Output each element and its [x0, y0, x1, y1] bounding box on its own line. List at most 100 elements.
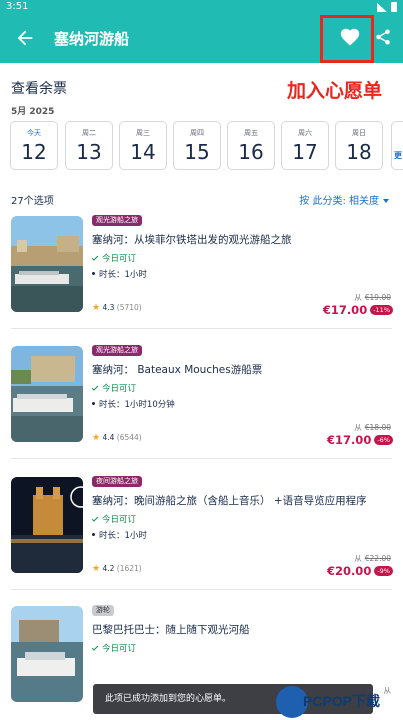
check-icon: [91, 384, 99, 391]
date-weekday: 周四: [190, 129, 204, 137]
divider: [11, 458, 392, 459]
check-icon: [91, 644, 99, 651]
date-day: 13: [76, 140, 102, 164]
duration: 时长：1小时10分钟: [92, 398, 175, 410]
share-icon[interactable]: [374, 28, 392, 46]
price-row: €17.00 -6%: [327, 433, 393, 447]
rating: ★ 4.2 (1621): [92, 564, 142, 574]
divider: [11, 589, 392, 590]
wishlist-annotation: 加入心愿单: [287, 80, 383, 102]
tour-name: 塞纳河：晚间游船之旅（含船上音乐） +语音导览应用程序: [92, 495, 367, 507]
watermark-text: PCPOP下载: [303, 693, 381, 709]
sort-label: 按 此分类: 相关度: [299, 196, 379, 207]
date-weekday: 周三: [136, 129, 150, 137]
back-arrow-icon[interactable]: [14, 27, 36, 49]
from-label: 从: [354, 293, 362, 302]
tour-name: 塞纳河： Bateaux Mouches游船票: [92, 364, 263, 376]
discount-badge: -11%: [370, 305, 393, 315]
price-row: €20.00 -9%: [327, 564, 393, 578]
rating: ★ 4.3 (5710): [92, 303, 142, 313]
watermark: PCPOP下载: [276, 686, 403, 720]
price-from: 从 €22.00: [354, 553, 391, 564]
tour-image: [11, 606, 83, 702]
more-dates-label: 更: [394, 151, 402, 160]
availability-text: 今日可订: [102, 254, 137, 264]
category-badge: 游轮: [92, 605, 114, 616]
old-price: €22.00: [364, 554, 391, 563]
category-badge: 观光游船之旅: [92, 215, 142, 226]
bullet-icon: [92, 533, 95, 536]
divider: [11, 328, 392, 329]
tour-name: 巴黎巴托巴士：随上随下观光河船: [92, 624, 250, 636]
date-card[interactable]: 周四 15: [173, 121, 221, 170]
tour-image: [11, 477, 83, 573]
tour-name: 塞纳河：从埃菲尔铁塔出发的观光游船之旅: [92, 234, 292, 246]
rating-value: 4.4: [102, 433, 115, 442]
availability-status: 今日可订: [91, 513, 137, 525]
rating-count: (5710): [116, 303, 142, 312]
date-weekday: 今天: [27, 129, 41, 137]
duration-text: 时长：1小时10分钟: [99, 400, 175, 410]
rating-count: (6544): [116, 433, 142, 442]
old-price: €19.00: [364, 293, 391, 302]
date-card[interactable]: 周五 16: [227, 121, 275, 170]
price: €17.00: [326, 433, 372, 447]
status-icons: [377, 2, 397, 12]
tour-card[interactable]: 观光游船之旅 塞纳河： Bateaux Mouches游船票 今日可订 时长：1…: [0, 345, 403, 476]
more-dates-button[interactable]: 更: [391, 121, 403, 170]
from-label: 从: [354, 554, 362, 563]
price-from: 从 €19.00: [354, 292, 391, 303]
check-icon: [91, 515, 99, 522]
date-day: 14: [130, 140, 156, 164]
category-badge: 夜间游船之旅: [92, 476, 142, 487]
discount-badge: -9%: [374, 566, 393, 576]
availability-status: 今日可订: [91, 642, 136, 654]
availability-status: 今日可订: [91, 252, 137, 264]
battery-icon: [391, 2, 397, 12]
date-card[interactable]: 周六 17: [281, 121, 329, 170]
star-icon: ★: [92, 303, 101, 313]
tour-image: [11, 216, 83, 312]
category-badge: 观光游船之旅: [92, 345, 142, 356]
date-picker: 今天 12 周二 13 周三 14 周四 15 周五 16 周六 17 周日 1…: [10, 121, 403, 171]
status-bar: 3:51: [0, 0, 403, 15]
price-row: €17.00 -11%: [323, 303, 393, 317]
date-day: 15: [184, 140, 210, 164]
availability-text: 今日可订: [102, 384, 137, 394]
tour-card[interactable]: 观光游船之旅 塞纳河：从埃菲尔铁塔出发的观光游船之旅 今日可订 时长：1小时 ★…: [0, 215, 403, 346]
date-card[interactable]: 周日 18: [335, 121, 383, 170]
sort-dropdown[interactable]: 按 此分类: 相关度: [299, 192, 389, 207]
check-icon: [91, 254, 99, 261]
date-card[interactable]: 周三 14: [119, 121, 167, 170]
star-icon: ★: [92, 433, 101, 443]
rating: ★ 4.4 (6544): [92, 433, 142, 443]
results-count: 27个选项: [11, 196, 54, 207]
price-from: 从 €18.00: [354, 422, 391, 433]
from-label: 从: [354, 423, 362, 432]
availability-status: 今日可订: [91, 382, 137, 394]
chevron-down-icon: [383, 199, 389, 203]
availability-title: 查看余票: [11, 81, 67, 97]
tour-image: [11, 346, 83, 442]
date-day: 16: [238, 140, 264, 164]
duration-text: 时长：1小时: [99, 531, 147, 541]
price: €17.00: [322, 303, 368, 317]
date-weekday: 周六: [298, 129, 312, 137]
bullet-icon: [92, 402, 95, 405]
tour-card[interactable]: 夜间游船之旅 塞纳河：晚间游船之旅（含船上音乐） +语音导览应用程序 今日可订 …: [0, 476, 403, 607]
date-weekday: 周五: [244, 129, 258, 137]
star-icon: ★: [92, 564, 101, 574]
rating-count: (1621): [116, 564, 142, 573]
date-day: 18: [346, 140, 372, 164]
availability-text: 今日可订: [102, 515, 137, 525]
date-card-today[interactable]: 今天 12: [10, 121, 58, 170]
date-weekday: 周二: [82, 129, 96, 137]
date-day: 12: [21, 140, 47, 164]
rating-value: 4.3: [102, 303, 115, 312]
signal-icon: [377, 2, 387, 12]
highlight-box: [320, 15, 374, 63]
rating-value: 4.2: [102, 564, 115, 573]
discount-badge: -6%: [374, 435, 393, 445]
date-card[interactable]: 周二 13: [65, 121, 113, 170]
bullet-icon: [92, 272, 95, 275]
